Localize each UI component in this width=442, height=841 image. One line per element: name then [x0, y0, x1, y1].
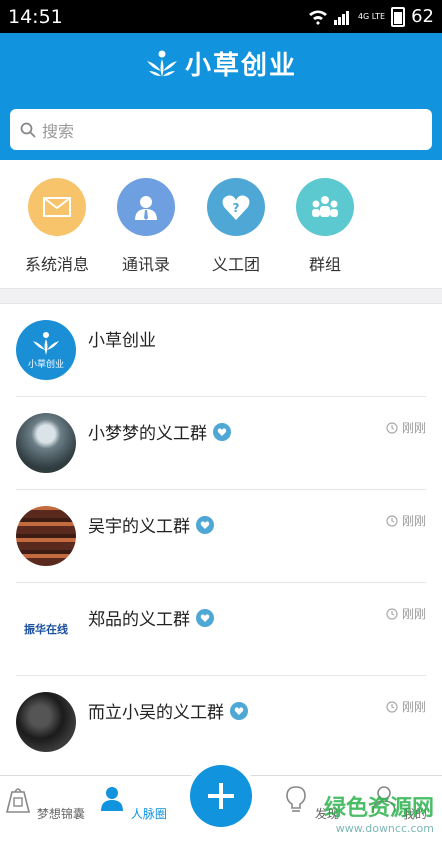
watermark: 绿色资源网 www.downcc.com [324, 790, 434, 835]
status-icons: 4G LTE 62 [308, 6, 434, 27]
volunteer-badge-icon [230, 701, 248, 720]
bulb-icon [286, 786, 306, 812]
list-item[interactable]: 而立小吴的义工群 刚刚 [0, 676, 442, 769]
signal-icon [333, 10, 349, 25]
add-button[interactable] [190, 765, 252, 827]
quick-label: 通讯录 [121, 255, 170, 274]
contact-icon [117, 178, 175, 236]
time-text: 刚刚 [401, 607, 426, 621]
avatar: 小草创业 [16, 320, 76, 380]
clock-icon [386, 607, 398, 620]
group-list: 小草创业 小草创业 小梦梦的义工群 刚刚 吴宇的义工群 刚刚 振华在线 郑品的义… [0, 304, 442, 769]
list-item[interactable]: 小草创业 小草创业 [0, 304, 442, 397]
brand-title: 小草创业 [184, 51, 297, 81]
clock-icon [386, 700, 398, 713]
watermark-sub: www.downcc.com [335, 822, 434, 835]
svg-text:?: ? [233, 201, 240, 215]
battery-icon [391, 6, 406, 27]
quick-system-messages[interactable]: 系统消息 [12, 178, 102, 275]
tab-label: 梦想锦囊 [36, 807, 85, 821]
list-item-time: 刚刚 [386, 419, 426, 436]
time-text: 刚刚 [401, 700, 426, 714]
time-text: 刚刚 [401, 421, 426, 435]
list-item-title: 小草创业 [88, 326, 156, 351]
avatar-logo-text: 振华在线 [24, 623, 68, 636]
quick-label: 群组 [308, 255, 341, 274]
heart-shield-icon: ? [207, 178, 265, 236]
list-item-title: 而立小吴的义工群 [88, 698, 248, 723]
clock-icon [386, 514, 398, 527]
list-item-time: 刚刚 [386, 605, 426, 622]
quick-contacts[interactable]: 通讯录 [101, 178, 191, 275]
watermark-main: 绿色资源网 [323, 796, 434, 821]
list-item-title: 小梦梦的义工群 [88, 419, 231, 444]
plus-icon [208, 783, 234, 809]
status-time: 14:51 [8, 6, 63, 28]
quick-label: 义工团 [211, 255, 260, 274]
search-icon [20, 122, 36, 138]
quick-groups[interactable]: 群组 [280, 178, 370, 275]
list-item-name: 小梦梦的义工群 [88, 424, 207, 444]
volunteer-badge-icon [213, 422, 231, 441]
network-type: 4G LTE [357, 11, 386, 21]
battery-level: 62 [411, 6, 434, 27]
section-divider [0, 288, 442, 304]
quick-volunteer-group[interactable]: ? 义工团 [191, 178, 281, 275]
status-bar: 14:51 4G LTE 62 [0, 0, 442, 33]
search-placeholder: 搜索 [42, 121, 75, 141]
grass-logo-icon [146, 50, 177, 77]
quick-actions: 系统消息 通讯录 ? 义工团 群组 [0, 160, 442, 288]
people-icon [101, 787, 124, 811]
clock-icon [386, 421, 398, 434]
volunteer-badge-icon [196, 515, 214, 534]
mail-icon [28, 178, 86, 236]
list-item-title: 郑品的义工群 [88, 605, 214, 630]
quick-label: 系统消息 [24, 255, 89, 274]
list-item-name: 吴宇的义工群 [88, 517, 190, 537]
list-item[interactable]: 小梦梦的义工群 刚刚 [0, 397, 442, 490]
bag-icon [6, 788, 31, 813]
avatar-caption: 小草创业 [27, 359, 64, 370]
search-input[interactable]: 搜索 [10, 109, 432, 150]
header: 小草创业 搜索 [0, 33, 442, 160]
avatar [16, 506, 76, 566]
volunteer-badge-icon [196, 608, 214, 627]
list-item-title: 吴宇的义工群 [88, 512, 214, 537]
time-text: 刚刚 [401, 514, 426, 528]
list-item-name: 而立小吴的义工群 [88, 703, 224, 723]
list-item-time: 刚刚 [386, 512, 426, 529]
list-item-time: 刚刚 [386, 698, 426, 715]
wifi-icon [308, 10, 327, 25]
avatar [16, 692, 76, 752]
list-item-name: 郑品的义工群 [88, 610, 190, 630]
tab-label: 人脉圈 [130, 807, 167, 821]
group-icon [296, 178, 354, 236]
list-item[interactable]: 振华在线 郑品的义工群 刚刚 [0, 583, 442, 676]
avatar: 振华在线 [16, 599, 76, 659]
list-item-name: 小草创业 [88, 331, 156, 351]
app-brand: 小草创业 [0, 45, 442, 82]
list-item[interactable]: 吴宇的义工群 刚刚 [0, 490, 442, 583]
tab-contacts-circle[interactable]: 人脉圈 [88, 784, 176, 822]
avatar [16, 413, 76, 473]
tab-dream-bag[interactable]: 梦想锦囊 [0, 784, 88, 822]
